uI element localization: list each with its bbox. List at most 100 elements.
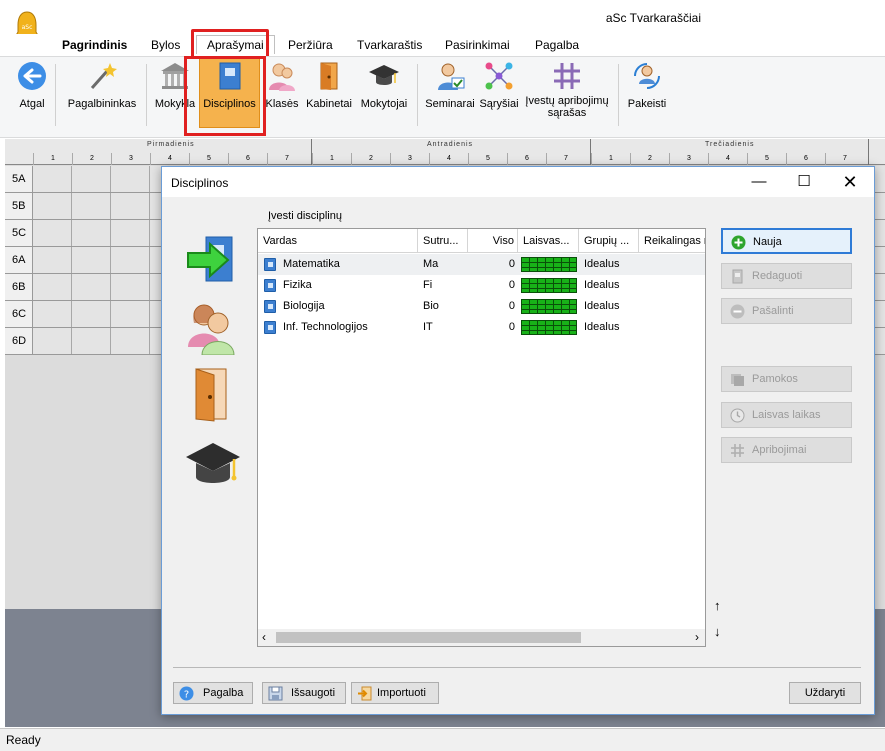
app-title: aSc Tvarkaraščiai — [605, 11, 701, 25]
table-row[interactable]: Matematika Ma 0 Idealus — [258, 254, 705, 275]
status-text: Ready — [6, 733, 41, 747]
laisvas-laikas-button[interactable]: Laisvas laikas — [721, 402, 852, 428]
pamokos-button[interactable]: Pamokos — [721, 366, 852, 392]
subject-total: 0 — [508, 279, 515, 291]
free-time-grid[interactable] — [521, 257, 577, 272]
scroll-left-icon[interactable]: ‹ — [262, 630, 266, 644]
day-label: Pirmadienis — [147, 141, 195, 148]
free-time-grid[interactable] — [521, 278, 577, 293]
subject-total: 0 — [508, 321, 515, 333]
pakeisti-button[interactable]: Pakeisti — [625, 60, 669, 110]
class-row-label[interactable]: 5A — [5, 166, 33, 193]
col-reikalingas[interactable]: Reikalingas r — [639, 229, 705, 253]
period-number: 7 — [546, 153, 585, 165]
table-row[interactable]: Inf. Technologijos IT 0 Idealus — [258, 317, 705, 338]
subject-icon — [264, 300, 276, 313]
issaugoti-button[interactable]: Išsaugoti — [262, 682, 346, 704]
class-row-label[interactable]: 5C — [5, 220, 33, 247]
subjects-list[interactable]: Vardas Sutru... Viso Laisvas... Grupių .… — [257, 228, 706, 647]
rooms-door-icon[interactable] — [182, 367, 244, 427]
pakeisti-label: Pakeisti — [627, 98, 667, 110]
pasalinti-button[interactable]: Pašalinti — [721, 298, 852, 324]
scroll-right-icon[interactable]: › — [695, 630, 699, 644]
atgal-button[interactable]: Atgal — [14, 60, 50, 110]
period-number: 1 — [33, 153, 72, 165]
seminarai-button[interactable]: Seminarai — [423, 60, 477, 110]
kabinetai-label: Kabinetai — [306, 98, 352, 110]
subject-name: Inf. Technologijos — [283, 321, 368, 333]
swap-person-icon — [631, 60, 663, 94]
period-number: 5 — [468, 153, 507, 165]
tab-tvarkarastis[interactable]: Tvarkaraštis — [357, 38, 422, 52]
horizontal-scrollbar[interactable]: ‹ › — [258, 629, 705, 646]
col-laisvas[interactable]: Laisvas... — [518, 229, 579, 253]
kabinetai-button[interactable]: Kabinetai — [303, 60, 355, 110]
apribojimai-list-button[interactable]: Įvestų apribojimų sąrašas — [521, 60, 613, 119]
free-time-grid[interactable] — [521, 320, 577, 335]
class-row-label[interactable]: 6A — [5, 247, 33, 274]
subject-groups: Idealus — [584, 279, 620, 291]
col-vardas[interactable]: Vardas — [258, 229, 418, 253]
subject-arrow-icon[interactable] — [182, 233, 244, 293]
minus-icon — [730, 304, 745, 319]
pagalba-button[interactable]: ? Pagalba — [173, 682, 253, 704]
close-button[interactable]: ✕ — [828, 171, 872, 193]
minimize-button[interactable]: — — [737, 171, 781, 193]
tab-pasirinkimai[interactable]: Pasirinkimai — [445, 38, 510, 52]
disciplinos-dialog: Disciplinos — ☐ ✕ Įvesti disciplinų Vard… — [161, 166, 875, 715]
mokytojai-button[interactable]: Mokytojai — [355, 60, 413, 110]
day-label: Antradienis — [427, 141, 474, 148]
free-time-grid[interactable] — [521, 299, 577, 314]
class-row-label[interactable]: 6B — [5, 274, 33, 301]
tab-bylos[interactable]: Bylos — [151, 38, 180, 52]
pagalba-label: Pagalba — [203, 687, 244, 699]
subject-short: Ma — [423, 258, 439, 270]
nauja-button[interactable]: Nauja — [721, 228, 852, 254]
apribojimai-list-label-2: sąrašas — [547, 107, 587, 119]
subject-name: Biologija — [283, 300, 325, 312]
uzdaryti-button[interactable]: Uždaryti — [789, 682, 861, 704]
edit-subject-icon — [732, 269, 743, 284]
maximize-button[interactable]: ☐ — [782, 171, 826, 193]
period-number: 1 — [312, 153, 351, 165]
teachers-cap-icon[interactable] — [182, 437, 244, 497]
subject-groups: Idealus — [584, 321, 620, 333]
move-down-button[interactable]: ↓ — [714, 624, 721, 639]
table-row[interactable]: Biologija Bio 0 Idealus — [258, 296, 705, 317]
subject-groups: Idealus — [584, 258, 620, 270]
tab-perziura[interactable]: Peržiūra — [288, 38, 333, 52]
subject-total: 0 — [508, 300, 515, 312]
mokytojai-label: Mokytojai — [360, 98, 408, 110]
logo-text: aSc — [22, 24, 33, 31]
apribojimai-button[interactable]: Apribojimai — [721, 437, 852, 463]
redaguoti-label: Redaguoti — [752, 270, 803, 282]
save-icon — [268, 686, 283, 701]
subject-name: Fizika — [283, 279, 312, 291]
class-row-label[interactable]: 5B — [5, 193, 33, 220]
subject-short: Bio — [423, 300, 439, 312]
pagalbininkas-button[interactable]: Pagalbininkas — [62, 60, 142, 110]
sarysiai-button[interactable]: Sąryšiai — [479, 60, 519, 110]
classes-icon[interactable] — [182, 299, 244, 359]
period-number: 5 — [189, 153, 228, 165]
importuoti-button[interactable]: Importuoti — [351, 682, 439, 704]
dialog-title-bar: Disciplinos — ☐ ✕ — [162, 167, 874, 197]
col-viso[interactable]: Viso — [468, 229, 518, 253]
grid-header: Pirmadienis Antradienis Trečiadienis 123… — [5, 139, 885, 165]
scrollbar-thumb[interactable] — [276, 632, 581, 643]
class-row-label[interactable]: 6C — [5, 301, 33, 328]
class-row-label[interactable]: 6D — [5, 328, 33, 355]
col-sutrumpinimas[interactable]: Sutru... — [418, 229, 468, 253]
col-grupiu[interactable]: Grupių ... — [579, 229, 639, 253]
tab-pagrindinis[interactable]: Pagrindinis — [62, 38, 127, 52]
period-number: 4 — [708, 153, 747, 165]
table-row[interactable]: Fizika Fi 0 Idealus — [258, 275, 705, 296]
move-up-button[interactable]: ↑ — [714, 598, 721, 613]
pagalbininkas-label: Pagalbininkas — [67, 98, 137, 110]
graduation-cap-icon — [368, 60, 400, 94]
redaguoti-button[interactable]: Redaguoti — [721, 263, 852, 289]
tab-pagalba[interactable]: Pagalba — [535, 38, 579, 52]
klases-button[interactable]: Klasės — [264, 60, 300, 110]
plus-icon — [731, 235, 746, 250]
laisvas-laikas-label: Laisvas laikas — [752, 409, 821, 421]
